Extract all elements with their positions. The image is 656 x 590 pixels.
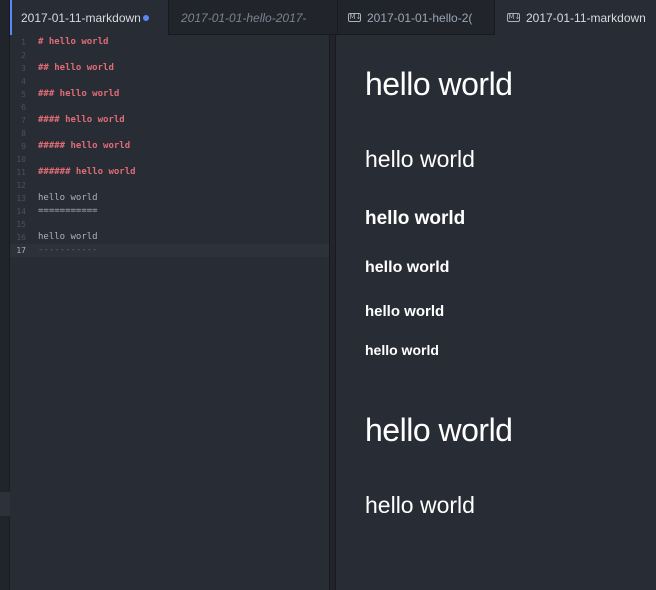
preview-heading-4: hello world [365,259,450,276]
editor-line[interactable]: 1 # hello world [10,36,329,49]
tree-view-highlight [0,492,10,516]
tab-label: 2017-01-11-markdown [21,10,141,25]
line-number: 1 [21,38,26,47]
editor-line[interactable]: 13 hello world [10,192,329,205]
line-number: 5 [21,90,26,99]
editor-line[interactable]: 8 [10,127,329,140]
editor-line[interactable]: 12 [10,179,329,192]
editor-line[interactable]: 15 [10,218,329,231]
line-number: 14 [16,207,26,216]
code-text: #### hello world [38,115,125,125]
preview-heading-1: hello world [365,66,513,102]
line-number: 7 [21,116,26,125]
line-number: 4 [21,77,26,86]
line-number: 17 [16,246,26,255]
markdown-preview-icon [348,12,362,23]
line-number: 3 [21,64,26,73]
editor-line[interactable]: 16 hello world [10,231,329,244]
code-text: hello world [38,232,98,242]
tab-markdown-source[interactable]: 2017-01-11-markdown [10,0,168,35]
code-text: =========== [38,206,98,216]
preview-setext-heading-2: hello world [365,492,475,518]
code-text: ----------- [38,245,98,255]
line-number: 11 [16,168,26,177]
text-editor[interactable]: 1 # hello world 2 3 ## hello world 4 5 #… [10,35,329,590]
tab-preview-hello[interactable]: 2017-01-01-hello-2( [338,0,494,35]
line-number: 6 [21,103,26,112]
editor-line[interactable]: 5 ### hello world [10,88,329,101]
line-number: 10 [16,155,26,164]
editor-line[interactable]: 10 [10,153,329,166]
code-text: ### hello world [38,89,120,99]
editor-line[interactable]: 7 #### hello world [10,114,329,127]
line-number: 12 [16,181,26,190]
tab-label: 2017-01-01-hello-2017- [181,10,307,25]
code-text: ## hello world [38,63,114,73]
preview-setext-heading-1: hello world [365,412,513,448]
tab-preview-markdown[interactable]: 2017-01-11-markdown [495,0,656,35]
line-number: 9 [21,142,26,151]
modified-indicator-icon [142,14,149,21]
preview-heading-3: hello world [365,208,466,229]
line-number: 13 [16,194,26,203]
tree-view-edge[interactable] [0,0,10,590]
editor-line[interactable]: 2 [10,49,329,62]
markdown-preview: hello world hello world hello world hell… [336,35,656,590]
code-text: hello world [38,193,98,203]
code-text: ##### hello world [38,141,131,151]
markdown-preview-icon [507,12,521,23]
pane-resize-handle[interactable] [329,35,336,590]
tab-label: 2017-01-01-hello-2( [367,10,473,25]
editor-line[interactable]: 11 ###### hello world [10,166,329,179]
editor-line[interactable]: 6 [10,101,329,114]
line-number: 15 [16,220,26,229]
tab-pending-file[interactable]: 2017-01-01-hello-2017- [169,0,337,35]
preview-heading-5: hello world [365,303,445,320]
code-text: # hello world [38,37,109,47]
line-number: 16 [16,233,26,242]
editor-line-current[interactable]: 17 ----------- [10,244,329,257]
editor-line[interactable]: 3 ## hello world [10,62,329,75]
preview-heading-6: hello world [365,342,439,358]
code-text: ###### hello world [38,167,136,177]
line-number: 8 [21,129,26,138]
editor-line[interactable]: 9 ##### hello world [10,140,329,153]
editor-line[interactable]: 4 [10,75,329,88]
tab-bar: 2017-01-11-markdown 2017-01-01-hello-201… [10,0,656,35]
preview-heading-2: hello world [365,146,475,172]
atom-editor-window: 2017-01-11-markdown 2017-01-01-hello-201… [0,0,656,590]
line-number: 2 [21,51,26,60]
editor-line[interactable]: 14 =========== [10,205,329,218]
tab-label: 2017-01-11-markdown [526,10,646,25]
